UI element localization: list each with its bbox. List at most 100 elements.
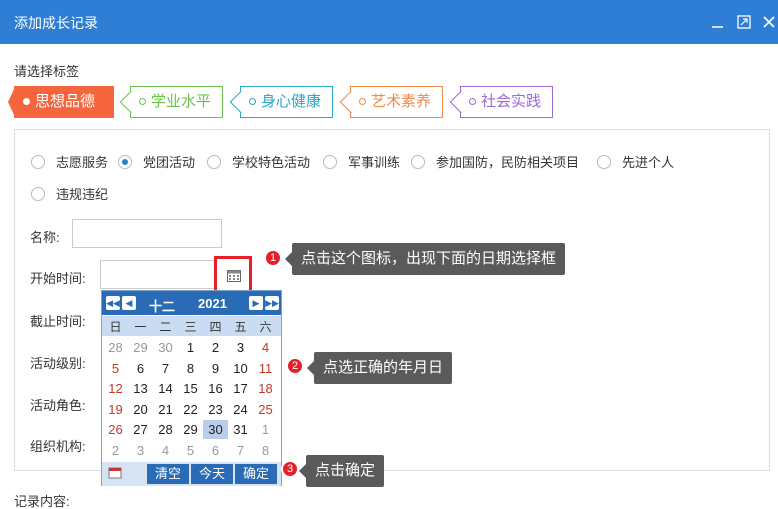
tag-sixiang[interactable]: 思想品德 [8,86,114,118]
calendar-day[interactable]: 23 [203,400,228,419]
weekday-label: 六 [259,320,272,334]
calendar-day[interactable]: 3 [128,441,153,460]
tag-shenxin[interactable]: 身心健康 [229,86,333,118]
date-picker-header: ◀◀ ◀ 十二 2021 ▶ ▶▶ [102,291,281,315]
calendar-day[interactable]: 29 [128,338,153,357]
calendar-day[interactable]: 10 [228,359,253,378]
calendar-day[interactable]: 29 [178,420,203,439]
radio-label: 违规违纪 [56,187,109,202]
name-label: 名称: [30,230,60,245]
dialog-titlebar: 添加成长记录 [0,0,778,44]
calendar-day[interactable]: 25 [253,400,278,419]
weekday-label: 五 [234,320,247,334]
radio-zhiyuan[interactable]: 志愿服务 [31,152,108,171]
radio-circle[interactable] [411,154,425,169]
callout-2: 点选正确的年月日 [306,352,453,384]
calendar-day[interactable]: 7 [228,441,253,460]
section-label: 请选择标签 [14,64,80,79]
tag-dot-icon [359,98,366,105]
radio-circle[interactable] [597,154,611,169]
calendar-day[interactable]: 17 [228,379,253,398]
tag-yishu[interactable]: 艺术素养 [339,86,443,118]
calendar-day[interactable]: 4 [153,441,178,460]
calendar-day[interactable]: 28 [153,420,178,439]
radio-circle[interactable] [207,154,221,169]
next-month-icon[interactable]: ▶ [249,296,263,310]
calendar-day[interactable]: 21 [153,400,178,419]
calendar-year[interactable]: 2021 [198,296,227,311]
radio-circle[interactable] [31,154,45,169]
calendar-day[interactable]: 3 [228,338,253,357]
radio-xuexiao[interactable]: 学校特色活动 [207,152,310,171]
calendar-day[interactable]: 1 [178,338,203,357]
minimize-icon[interactable] [711,15,725,29]
ok-button[interactable]: 确定 [235,464,277,484]
radio-xianjin[interactable]: 先进个人 [597,152,674,171]
radio-circle[interactable] [31,186,45,201]
radio-junshi[interactable]: 军事训练 [323,152,400,171]
radio-dangtuan[interactable]: 党团活动 [118,152,195,171]
date-picker-footer: 清空 今天 确定 [102,462,281,486]
calendar-day[interactable]: 5 [178,441,203,460]
role-label: 活动角色: [30,398,86,413]
name-input[interactable] [72,219,222,248]
calendar-day[interactable]: 2 [103,441,128,460]
calendar-day[interactable]: 8 [253,441,278,460]
radio-weigui[interactable]: 违规违纪 [31,184,108,203]
calendar-day[interactable]: 15 [178,379,203,398]
calendar-day[interactable]: 13 [128,379,153,398]
weekday-label: 二 [159,320,172,334]
clear-button[interactable]: 清空 [147,464,189,484]
next-year-icon[interactable]: ▶▶ [265,296,279,310]
calendar-day[interactable]: 28 [103,338,128,357]
radio-guofang[interactable]: 参加国防，民防相关项目 [411,152,579,171]
calendar-day[interactable]: 9 [203,359,228,378]
radio-label: 军事训练 [348,155,401,170]
calendar-day[interactable]: 12 [103,379,128,398]
calendar-month[interactable]: 十二 [149,296,175,315]
calendar-day[interactable]: 2 [203,338,228,357]
prev-month-icon[interactable]: ◀ [122,296,136,310]
prev-year-icon[interactable]: ◀◀ [106,296,120,310]
calendar-day[interactable]: 30 [153,338,178,357]
calendar-day[interactable]: 19 [103,400,128,419]
calendar-day[interactable]: 20 [128,400,153,419]
calendar-day[interactable]: 6 [203,441,228,460]
calendar-day[interactable]: 31 [228,420,253,439]
weekday-label: 三 [184,320,197,334]
radio-circle-selected[interactable] [118,154,132,169]
calendar-day[interactable]: 11 [253,359,278,378]
calendar-button[interactable] [214,256,252,293]
record-content-label: 记录内容: [14,494,70,509]
tag-label: 学业水平 [151,93,212,110]
calendar-day[interactable]: 14 [153,379,178,398]
level-label: 活动级别: [30,356,86,371]
calendar-day[interactable]: 6 [128,359,153,378]
calendar-day[interactable]: 24 [228,400,253,419]
calendar-day[interactable]: 26 [103,420,128,439]
calendar-day[interactable]: 4 [253,338,278,357]
calendar-day[interactable]: 18 [253,379,278,398]
tag-label: 艺术素养 [371,93,432,110]
calendar-day[interactable]: 5 [103,359,128,378]
callout-3: 点击确定 [298,455,385,487]
calendar-picker-icon[interactable] [108,466,122,480]
tag-shehui[interactable]: 社会实践 [449,86,553,118]
calendar-day[interactable]: 16 [203,379,228,398]
calendar-day[interactable]: 1 [253,420,278,439]
radio-label: 志愿服务 [56,155,109,170]
radio-circle[interactable] [323,154,337,169]
callout-1: 点击这个图标，出现下面的日期选择框 [284,243,566,275]
close-icon[interactable] [762,15,776,29]
tag-label: 思想品德 [35,93,96,110]
maximize-icon[interactable] [737,15,751,29]
calendar-day[interactable]: 30 [203,420,228,439]
calendar-day[interactable]: 22 [178,400,203,419]
step-badge-2: 2 [286,357,304,375]
today-button[interactable]: 今天 [191,464,233,484]
calendar-day[interactable]: 7 [153,359,178,378]
calendar-day[interactable]: 27 [128,420,153,439]
tag-xueye[interactable]: 学业水平 [119,86,223,118]
calendar-day[interactable]: 8 [178,359,203,378]
step-badge-1: 1 [264,249,282,267]
